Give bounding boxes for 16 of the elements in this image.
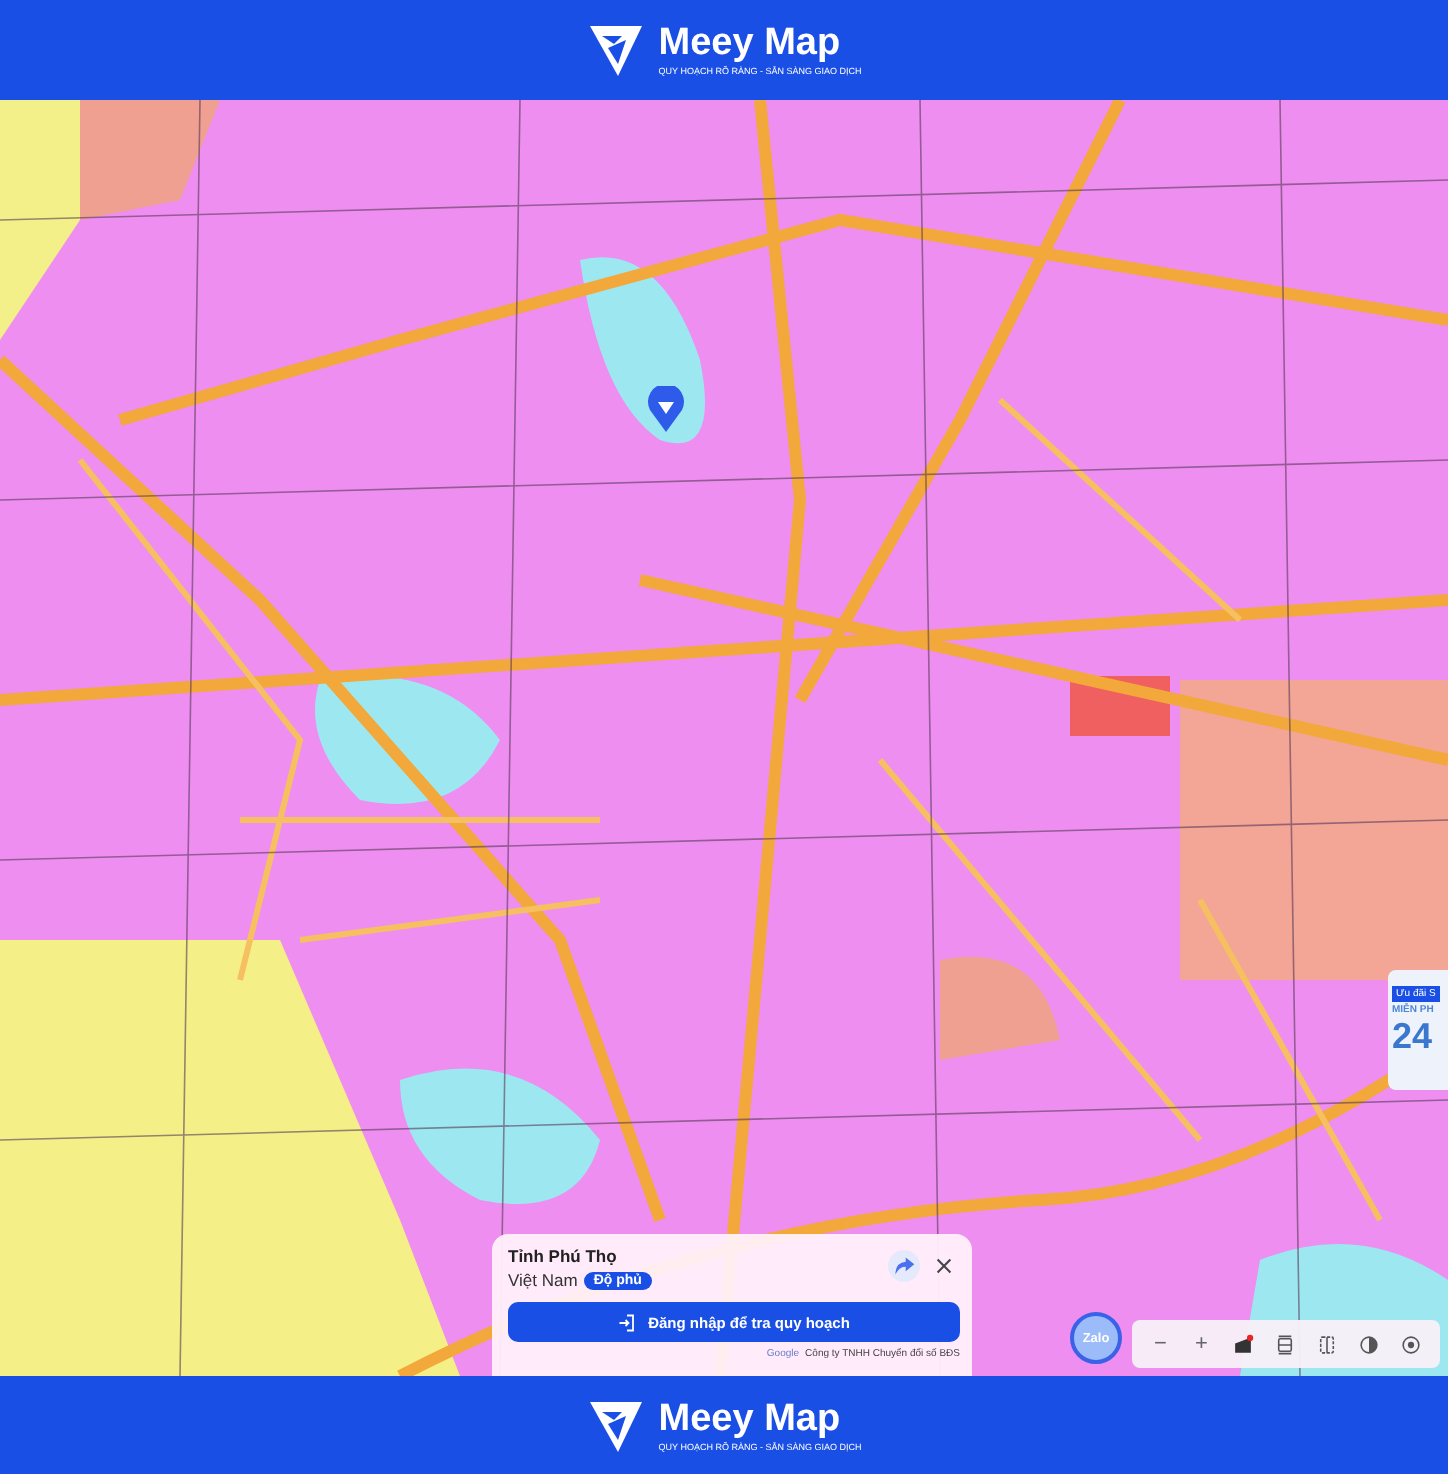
login-icon bbox=[618, 1313, 637, 1331]
split-vertical-icon[interactable] bbox=[1315, 1333, 1338, 1355]
locate-icon[interactable] bbox=[1399, 1333, 1422, 1355]
location-title: Tỉnh Phú Thọ bbox=[508, 1246, 619, 1266]
share-button[interactable] bbox=[888, 1250, 920, 1282]
promo-number: 24 bbox=[1392, 1018, 1433, 1054]
close-icon[interactable] bbox=[936, 1258, 952, 1274]
split-horizontal-icon[interactable] bbox=[1273, 1333, 1296, 1355]
opacity-icon[interactable] bbox=[1357, 1333, 1380, 1355]
logo-text: Meey Map bbox=[658, 1397, 843, 1441]
zoom-in-button[interactable]: + bbox=[1190, 1332, 1212, 1356]
logo-text: Meey Map bbox=[658, 22, 843, 66]
zoom-out-button[interactable]: − bbox=[1150, 1332, 1171, 1356]
map-pin-icon bbox=[646, 386, 686, 434]
country-text: Việt Nam bbox=[508, 1270, 578, 1290]
logo-icon bbox=[586, 20, 647, 80]
